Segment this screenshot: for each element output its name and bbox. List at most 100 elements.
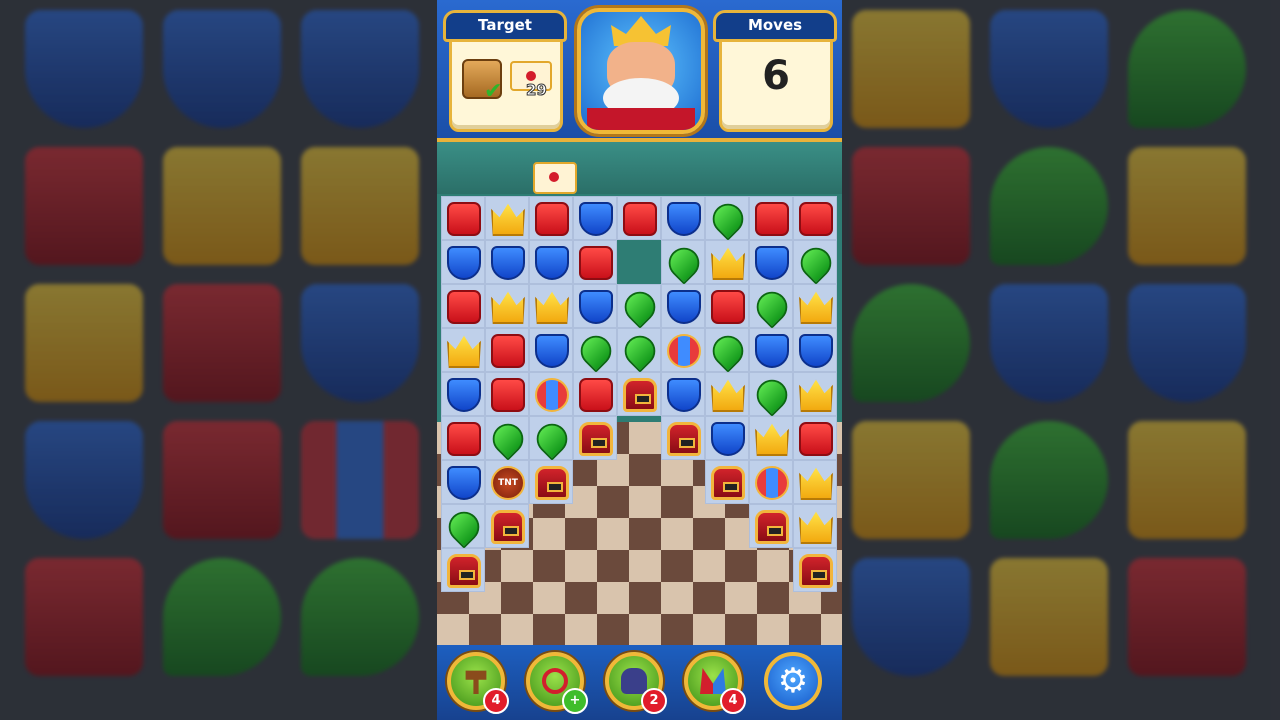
board-cell[interactable] bbox=[617, 196, 661, 240]
board-cell[interactable] bbox=[661, 240, 706, 285]
board-cell[interactable] bbox=[441, 284, 485, 328]
board-cell[interactable] bbox=[485, 504, 529, 548]
board-cell[interactable] bbox=[441, 328, 485, 372]
board-cell[interactable] bbox=[749, 240, 793, 284]
board-cell[interactable] bbox=[793, 240, 838, 285]
board-cell[interactable] bbox=[749, 284, 794, 329]
board-cell[interactable] bbox=[793, 328, 837, 372]
board-cell[interactable] bbox=[485, 328, 529, 372]
red-piece bbox=[623, 202, 657, 236]
board-cell[interactable] bbox=[529, 372, 573, 416]
board-cell[interactable] bbox=[441, 460, 485, 504]
board-cell[interactable] bbox=[529, 460, 573, 504]
blue-piece bbox=[667, 378, 701, 412]
board-cell[interactable] bbox=[793, 416, 837, 460]
board-cell[interactable] bbox=[529, 240, 573, 284]
board-cell bbox=[529, 548, 573, 592]
green-piece bbox=[706, 197, 750, 241]
jester-hat-booster-button[interactable]: 4 bbox=[684, 652, 746, 714]
target-title: Target bbox=[443, 10, 567, 42]
hammer-icon bbox=[465, 670, 487, 694]
cannon-count-badge: 2 bbox=[641, 688, 667, 714]
board-cell[interactable] bbox=[793, 504, 837, 548]
board-cell[interactable] bbox=[793, 196, 837, 240]
red-piece bbox=[491, 378, 525, 412]
board-cell bbox=[617, 504, 661, 548]
board-cell[interactable] bbox=[529, 328, 573, 372]
game-screen: ✔ 29 Target 6 Moves TNT 4 + 2 4 ⚙ bbox=[437, 0, 842, 720]
moves-title: Moves bbox=[713, 10, 837, 42]
board-cell[interactable] bbox=[573, 416, 617, 460]
chest-piece bbox=[711, 466, 745, 500]
board-cell bbox=[617, 416, 661, 460]
board-cell[interactable] bbox=[661, 416, 705, 460]
board-cell[interactable] bbox=[661, 284, 705, 328]
board-cell[interactable] bbox=[617, 328, 662, 373]
board-cell[interactable] bbox=[529, 284, 573, 328]
board-cell[interactable] bbox=[661, 372, 705, 416]
board-cell[interactable] bbox=[441, 196, 485, 240]
board-cell[interactable] bbox=[441, 548, 485, 592]
board-cell[interactable] bbox=[749, 196, 793, 240]
board-cell[interactable] bbox=[749, 328, 793, 372]
board-cell[interactable] bbox=[793, 284, 837, 328]
board-cell[interactable] bbox=[705, 284, 749, 328]
board-cell[interactable] bbox=[441, 372, 485, 416]
board-cell[interactable] bbox=[749, 372, 794, 417]
board-cell[interactable] bbox=[573, 372, 617, 416]
cannon-booster-button[interactable]: 2 bbox=[605, 652, 667, 714]
blue-piece bbox=[799, 334, 833, 368]
board-cell[interactable]: TNT bbox=[485, 460, 529, 504]
red-piece bbox=[535, 202, 569, 236]
board-cell[interactable] bbox=[705, 460, 749, 504]
board-cell[interactable] bbox=[705, 328, 750, 373]
hammer-booster-button[interactable]: 4 bbox=[447, 652, 509, 714]
board-cell[interactable] bbox=[485, 372, 529, 416]
board-cell[interactable] bbox=[573, 328, 618, 373]
chest-piece bbox=[799, 554, 833, 588]
board-cell[interactable] bbox=[705, 416, 749, 460]
board-cell[interactable] bbox=[573, 196, 617, 240]
arrow-add-badge: + bbox=[562, 688, 588, 714]
board-cell[interactable] bbox=[573, 284, 617, 328]
board-cell[interactable] bbox=[485, 196, 529, 240]
board-cell[interactable] bbox=[661, 196, 705, 240]
board-cell[interactable] bbox=[705, 196, 750, 241]
blue-piece bbox=[755, 334, 789, 368]
board-cell[interactable] bbox=[617, 372, 661, 416]
board-cell[interactable] bbox=[441, 504, 486, 549]
yellow-piece bbox=[711, 379, 745, 412]
arrow-booster-button[interactable]: + bbox=[526, 652, 588, 714]
board-cell[interactable] bbox=[617, 284, 662, 329]
board-cell[interactable] bbox=[793, 460, 837, 504]
board-cell[interactable] bbox=[485, 240, 529, 284]
board-cell[interactable] bbox=[441, 416, 485, 460]
rocket-piece bbox=[667, 334, 701, 368]
board-cell[interactable] bbox=[705, 240, 749, 284]
board-cell[interactable] bbox=[749, 460, 793, 504]
board-cell[interactable] bbox=[441, 240, 485, 284]
board-cell[interactable] bbox=[749, 416, 793, 460]
board-cell[interactable] bbox=[529, 416, 574, 461]
settings-button[interactable]: ⚙ bbox=[764, 652, 822, 710]
chest-piece bbox=[491, 510, 525, 544]
yellow-piece bbox=[491, 203, 525, 236]
chest-piece bbox=[535, 466, 569, 500]
board-cell[interactable] bbox=[793, 548, 837, 592]
board-cell[interactable] bbox=[661, 328, 705, 372]
green-piece bbox=[574, 329, 618, 373]
board-cell bbox=[749, 548, 793, 592]
board-cell[interactable] bbox=[529, 196, 573, 240]
board-cell[interactable] bbox=[485, 416, 530, 461]
board-cell[interactable] bbox=[573, 240, 617, 284]
board-cell[interactable] bbox=[793, 372, 837, 416]
board-cell[interactable] bbox=[749, 504, 793, 548]
red-piece bbox=[579, 246, 613, 280]
rocket-piece bbox=[755, 466, 789, 500]
envelope-count: 29 bbox=[526, 81, 548, 100]
board-cell bbox=[573, 460, 617, 504]
cannon-icon bbox=[621, 668, 647, 694]
board-cell[interactable] bbox=[485, 284, 529, 328]
yellow-piece bbox=[491, 291, 525, 324]
board-cell[interactable] bbox=[705, 372, 749, 416]
